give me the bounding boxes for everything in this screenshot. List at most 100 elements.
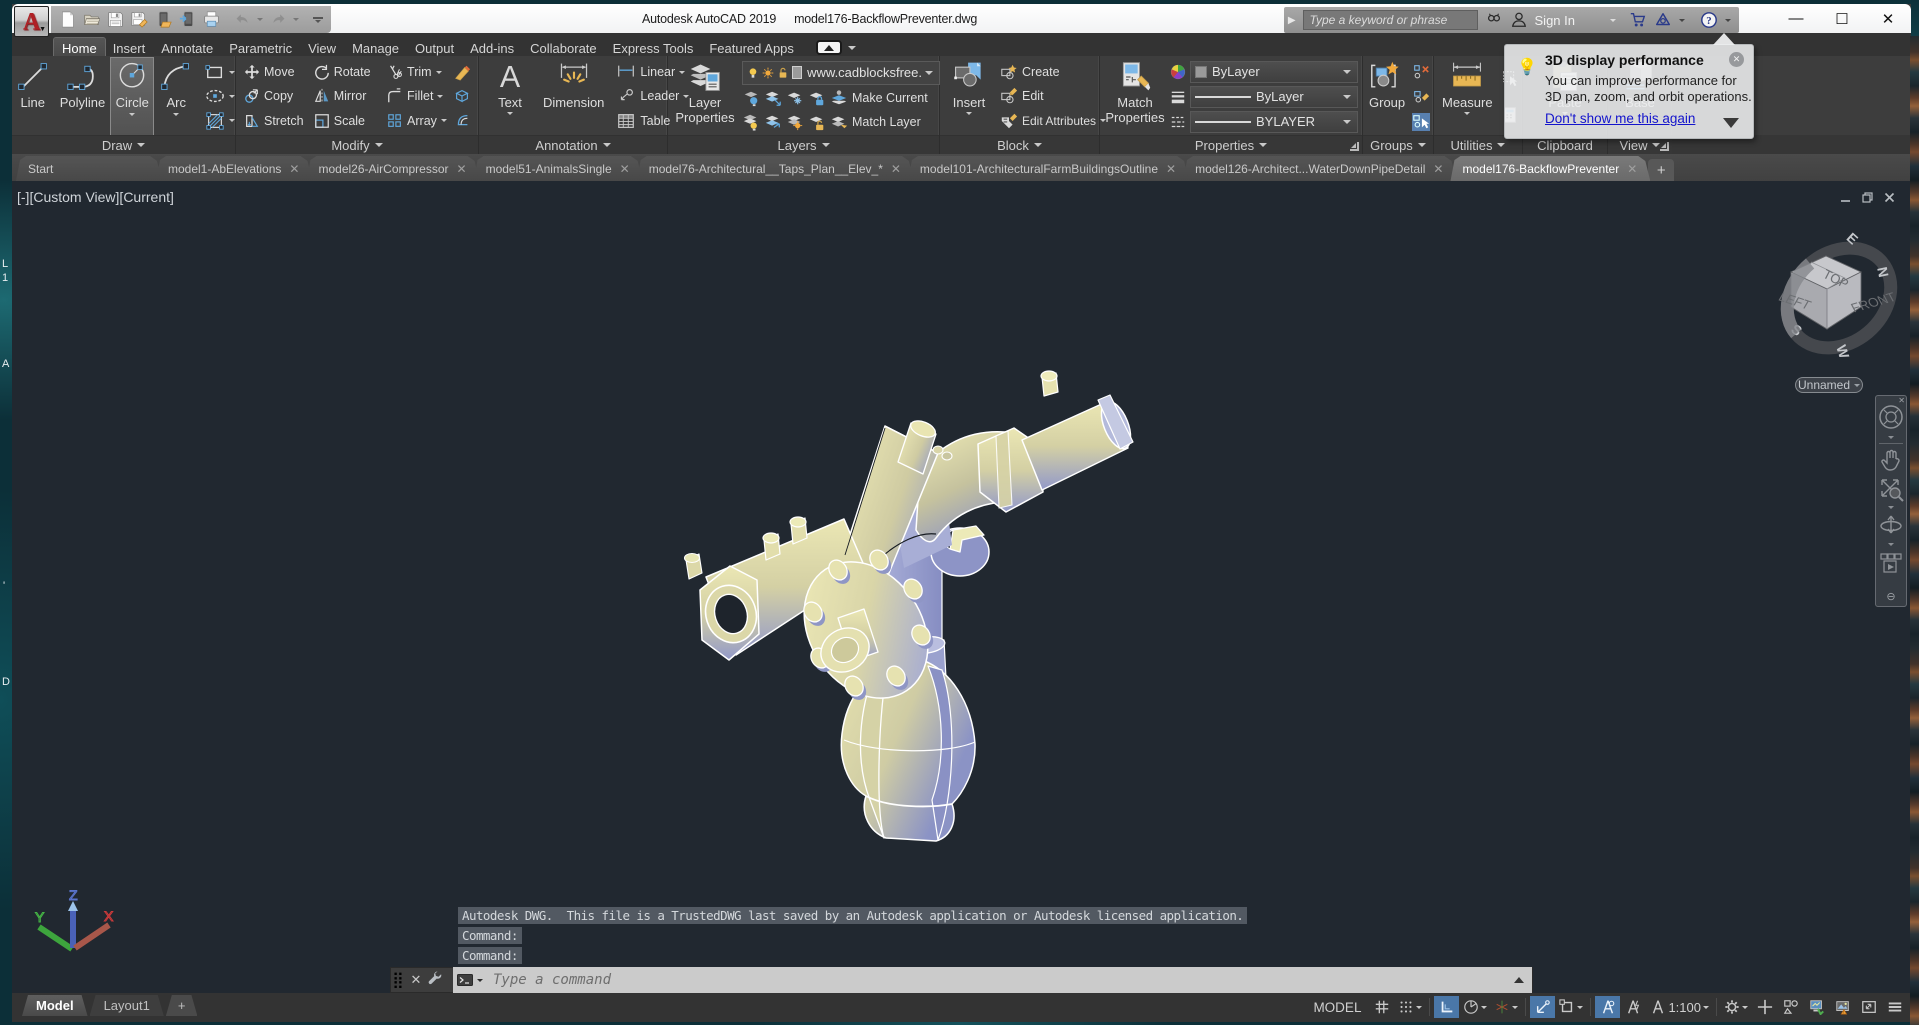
properties-launcher-icon[interactable] — [1350, 142, 1359, 151]
zoom-icon[interactable] — [1878, 476, 1904, 502]
panel-label-draw[interactable]: Draw — [12, 135, 235, 154]
osnap-toggle[interactable] — [1556, 996, 1586, 1018]
doc-close-icon[interactable] — [1884, 192, 1895, 203]
clean-screen-button[interactable] — [1856, 996, 1881, 1018]
pan-icon[interactable] — [1878, 447, 1904, 473]
snap-dropdown-icon[interactable] — [1416, 1006, 1422, 1009]
tooltip-close-icon[interactable]: ✕ — [1729, 52, 1744, 67]
workspace-switching-button[interactable] — [1721, 996, 1751, 1018]
lineweight-icon[interactable] — [1170, 89, 1186, 105]
model-space-toggle[interactable]: MODEL — [1306, 996, 1368, 1018]
match-layer-button[interactable]: Match Layer — [852, 112, 921, 132]
orbit-dropdown-icon[interactable] — [1888, 542, 1894, 547]
layer-off-icon[interactable] — [742, 89, 760, 107]
search-input[interactable]: Type a keyword or phrase — [1303, 10, 1478, 30]
measure-dropdown-icon[interactable] — [1464, 112, 1470, 115]
rotate-button[interactable]: Rotate — [314, 60, 383, 84]
workspace-dropdown-icon[interactable] — [1742, 1006, 1748, 1009]
model-tab[interactable]: Model — [22, 995, 88, 1016]
wheel-dropdown-icon[interactable] — [1888, 435, 1894, 440]
object-color-dropdown[interactable]: ByLayer — [1190, 61, 1358, 83]
group-button[interactable]: Group — [1365, 58, 1409, 135]
autoscale-toggle[interactable] — [1621, 996, 1646, 1018]
layer-thaw2-icon[interactable] — [786, 113, 804, 131]
command-input[interactable]: Type a command — [453, 967, 1532, 993]
signin-dropdown-icon[interactable] — [1610, 19, 1616, 22]
graphics-performance-button[interactable] — [1804, 996, 1829, 1018]
command-customize-icon[interactable] — [427, 970, 453, 990]
maximize-button[interactable]: ☐ — [1819, 4, 1865, 33]
fillet-dropdown-icon[interactable] — [437, 95, 443, 98]
rectangle-dropdown-icon[interactable] — [229, 71, 235, 74]
arc-button[interactable]: Arc — [155, 58, 197, 135]
customization-button[interactable] — [1882, 996, 1907, 1018]
arc-dropdown-icon[interactable] — [173, 113, 179, 116]
view-launcher-icon[interactable] — [1660, 142, 1669, 151]
viewcube-ucs-menu[interactable]: Unnamed — [1795, 377, 1863, 393]
layout1-tab[interactable]: Layout1 — [90, 995, 164, 1016]
tab-close-icon[interactable]: ✕ — [289, 162, 299, 176]
tooltip-expand-icon[interactable] — [1723, 118, 1739, 128]
navigation-wheel-icon[interactable] — [1876, 402, 1906, 432]
insert-button[interactable]: Insert — [948, 58, 990, 135]
trim-dropdown-icon[interactable] — [436, 71, 442, 74]
plot-button[interactable] — [200, 8, 222, 31]
osnap-tracking-toggle[interactable] — [1530, 996, 1555, 1018]
file-tab[interactable]: model76-Architectural__Taps_Plan__Elev_*… — [637, 156, 914, 181]
undo-button[interactable] — [231, 8, 253, 31]
qat-customize-button[interactable] — [310, 8, 326, 31]
dont-show-again-link[interactable]: Don't show me this again — [1545, 111, 1695, 126]
layer-walk-icon[interactable] — [764, 113, 782, 131]
command-prompt-dropdown[interactable] — [477, 979, 483, 982]
ribbon-minimize-toggle[interactable] — [816, 40, 856, 55]
file-tab[interactable]: model126-Architect...WaterDownPipeDetail… — [1183, 156, 1456, 181]
doc-minimize-icon[interactable] — [1840, 192, 1851, 203]
command-close-icon[interactable]: ✕ — [405, 972, 427, 988]
zoom-dropdown-icon[interactable] — [1888, 505, 1894, 510]
file-tab[interactable]: model51-AnimalsSingle✕ — [474, 156, 643, 181]
linetype-dropdown[interactable]: BYLAYER — [1190, 111, 1358, 133]
trim-button[interactable]: Trim — [387, 60, 447, 84]
search-icon[interactable] — [1485, 11, 1503, 29]
save-as-button[interactable] — [128, 8, 150, 31]
make-current-button[interactable]: Make Current — [852, 88, 928, 108]
open-button[interactable] — [80, 8, 102, 31]
block-edit-button[interactable]: Edit — [1000, 84, 1106, 108]
grid-toggle[interactable] — [1369, 996, 1394, 1018]
array-button[interactable]: Array — [387, 109, 447, 133]
new-drawing-button[interactable] — [56, 8, 78, 31]
close-button[interactable]: ✕ — [1865, 4, 1911, 33]
sign-in-user-icon[interactable] — [1510, 11, 1528, 29]
layer-dropdown-icon[interactable] — [925, 71, 933, 75]
isodraft-dropdown-icon[interactable] — [1512, 1006, 1518, 1009]
undo-dropdown-icon[interactable] — [255, 8, 265, 31]
file-tab[interactable]: model101-ArchitecturalFarmBuildingsOutli… — [908, 156, 1189, 181]
help-icon[interactable]: ? — [1700, 11, 1718, 29]
hatch-dropdown-icon[interactable] — [229, 119, 235, 122]
command-line-bar[interactable]: ⣿ ✕ Type a command — [390, 967, 1533, 993]
insert-dropdown-icon[interactable] — [966, 112, 972, 115]
edit-attributes-button[interactable]: Edit Attributes — [1000, 109, 1106, 133]
explode-button[interactable] — [453, 84, 471, 108]
doc-restore-icon[interactable] — [1862, 192, 1873, 203]
circle-button[interactable]: Circle — [111, 58, 153, 135]
image-quality-button[interactable]: ! — [1830, 996, 1855, 1018]
command-grip-handle[interactable]: ⣿ — [391, 970, 405, 990]
tab-close-icon[interactable]: ✕ — [891, 162, 901, 176]
panel-label-block[interactable]: Block — [940, 135, 1099, 154]
sign-in-label[interactable]: Sign In — [1535, 13, 1575, 28]
panel-label-modify[interactable]: Modify — [236, 135, 478, 154]
color-wheel-icon[interactable] — [1170, 64, 1186, 80]
search-expand-icon[interactable]: ▶ — [1288, 15, 1296, 26]
panel-label-groups[interactable]: Groups — [1363, 135, 1433, 154]
tab-close-icon[interactable]: ✕ — [1166, 162, 1176, 176]
tab-close-icon[interactable]: ✕ — [457, 162, 467, 176]
help-dropdown-icon[interactable] — [1725, 19, 1731, 22]
file-tab[interactable]: Start — [16, 156, 162, 181]
scale-button[interactable]: Scale — [314, 109, 383, 133]
make-current-icon[interactable] — [830, 89, 848, 107]
hatch-button[interactable] — [205, 109, 235, 133]
annotation-visibility-toggle[interactable] — [1595, 996, 1620, 1018]
save-to-mobile-button[interactable] — [176, 8, 198, 31]
drawing-area[interactable]: [-][Custom View][Current] — [12, 181, 1911, 993]
